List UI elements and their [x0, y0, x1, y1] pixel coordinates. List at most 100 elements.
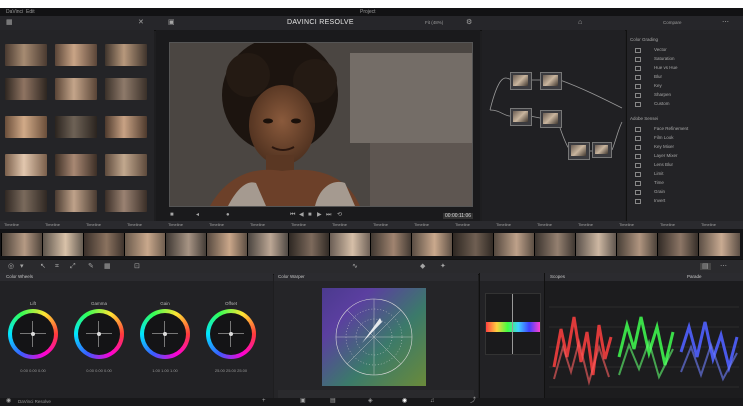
effect-item[interactable]: Custom	[627, 99, 739, 108]
page-fairlight-icon[interactable]: ♫	[430, 398, 435, 405]
pointer-icon[interactable]: ↖	[40, 263, 46, 270]
timeline-clip[interactable]	[1, 233, 43, 256]
node-05[interactable]	[568, 142, 590, 160]
skip-back-icon[interactable]: ⏮	[290, 212, 295, 219]
effect-item[interactable]: Key	[627, 81, 739, 90]
viewer-loop-icon[interactable]: ◂	[196, 212, 199, 219]
crop-icon[interactable]: ⌗	[55, 263, 59, 270]
effect-item[interactable]: Film Look	[627, 133, 739, 142]
dropdown-icon[interactable]: ▾	[20, 263, 24, 270]
grid-icon[interactable]: ▦	[104, 263, 111, 270]
media-pool-thumb[interactable]	[55, 190, 97, 212]
media-pool-thumb[interactable]	[55, 78, 97, 100]
timeline-clip[interactable]	[657, 233, 699, 256]
view-toggle-icon[interactable]: ▤	[700, 263, 711, 270]
effect-item[interactable]: Face Refinement	[627, 124, 739, 133]
page-media-icon[interactable]: ▣	[300, 398, 306, 405]
timeline-clip[interactable]	[452, 233, 494, 256]
effect-item[interactable]: Blur	[627, 72, 739, 81]
timeline-clip[interactable]	[83, 233, 125, 256]
timeline-clip[interactable]	[493, 233, 535, 256]
qualifier-icon[interactable]: ✦	[440, 263, 446, 270]
stop-icon[interactable]: ■	[308, 212, 312, 219]
timeline-clip[interactable]	[288, 233, 330, 256]
media-pool-icon[interactable]: ▦	[6, 19, 13, 26]
lock-icon[interactable]: ⊡	[134, 263, 140, 270]
page-edit-icon[interactable]: ▤	[330, 398, 336, 405]
media-pool-thumb[interactable]	[105, 190, 147, 212]
timeline-clip[interactable]	[42, 233, 84, 256]
effect-item[interactable]: Vector	[627, 45, 739, 54]
effect-item[interactable]: Sharpen	[627, 90, 739, 99]
pen-icon[interactable]: ✎	[88, 263, 94, 270]
lock-icon[interactable]: ⌂	[578, 19, 582, 26]
menu-item-file[interactable]: Edit	[26, 9, 35, 15]
media-pool-thumb[interactable]	[105, 44, 147, 66]
effect-item[interactable]: Key Mixer	[627, 142, 739, 151]
media-pool-thumb[interactable]	[5, 154, 47, 176]
media-pool-thumb[interactable]	[5, 190, 47, 212]
node-03[interactable]	[510, 108, 532, 126]
node-01[interactable]	[510, 72, 532, 90]
skip-forward-icon[interactable]: ⏭	[326, 212, 331, 219]
timeline-clip[interactable]	[247, 233, 289, 256]
color-wheel[interactable]	[140, 309, 190, 359]
effect-item[interactable]: Layer Mixer	[627, 151, 739, 160]
wheel-handle[interactable]	[97, 332, 101, 336]
settings-icon[interactable]: ⚙	[466, 19, 472, 26]
loop-icon[interactable]: ⟲	[337, 212, 342, 219]
node-06[interactable]	[592, 142, 612, 158]
close-icon[interactable]: ✕	[138, 19, 144, 26]
page-deliver-icon[interactable]: ⤴	[470, 398, 476, 405]
color-warper-field[interactable]	[322, 288, 426, 386]
page-color-icon[interactable]: ◉	[402, 398, 407, 405]
wheel-handle[interactable]	[31, 332, 35, 336]
timeline-clip[interactable]	[206, 233, 248, 256]
timeline-clip[interactable]	[411, 233, 453, 256]
menu-item-davinci[interactable]: DaVinci	[6, 9, 23, 15]
timeline-clip-strip[interactable]	[0, 229, 743, 259]
media-pool-thumb[interactable]	[55, 116, 97, 138]
timeline-clip[interactable]	[165, 233, 207, 256]
transform-icon[interactable]: ⤢	[70, 263, 76, 270]
media-pool-thumb[interactable]	[105, 154, 147, 176]
node-02[interactable]	[540, 72, 562, 90]
media-pool-thumb[interactable]	[105, 116, 147, 138]
mixer-graph[interactable]	[485, 293, 541, 355]
media-pool-thumb[interactable]	[5, 44, 47, 66]
curves-icon[interactable]: ∿	[352, 263, 358, 270]
wheel-values[interactable]: 0.00 0.00 0.00	[69, 368, 129, 373]
timeline-clip[interactable]	[370, 233, 412, 256]
effect-item[interactable]: Saturation	[627, 54, 739, 63]
effect-item[interactable]: Limit	[627, 169, 739, 178]
wheel-values[interactable]: 1.00 1.00 1.00	[135, 368, 195, 373]
media-pool-thumb[interactable]	[5, 116, 47, 138]
play-icon[interactable]: ▶	[317, 212, 322, 219]
viewer-icon[interactable]: ▣	[168, 19, 175, 26]
play-reverse-icon[interactable]: ◀	[299, 212, 304, 219]
media-pool-thumb[interactable]	[5, 78, 47, 100]
playhead-icon[interactable]: ●	[226, 212, 230, 219]
color-wheel[interactable]	[206, 309, 256, 359]
timeline-clip[interactable]	[329, 233, 371, 256]
effect-item[interactable]: Grain	[627, 187, 739, 196]
menu-more-icon[interactable]: ⋯	[720, 263, 727, 270]
wheel-values[interactable]: 0.00 0.00 0.00	[3, 368, 63, 373]
effect-item[interactable]: Time	[627, 178, 739, 187]
timeline-clip[interactable]	[575, 233, 617, 256]
wheel-handle[interactable]	[163, 332, 167, 336]
effect-item[interactable]: Invert	[627, 196, 739, 205]
wheel-handle[interactable]	[229, 332, 233, 336]
add-icon[interactable]: +	[262, 398, 266, 405]
viewer-menu-icon[interactable]: ■	[170, 212, 174, 219]
color-wheel[interactable]	[74, 309, 124, 359]
viewer-zoom[interactable]: Fit (48%)	[425, 20, 443, 25]
keyframe-icon[interactable]: ◆	[420, 263, 425, 270]
more-icon[interactable]: ⋯	[722, 19, 729, 26]
timeline-clip[interactable]	[124, 233, 166, 256]
scope-mode[interactable]: Parade	[687, 274, 702, 279]
timeline-clip[interactable]	[616, 233, 658, 256]
effect-item[interactable]: Lens Blur	[627, 160, 739, 169]
color-wheel[interactable]	[8, 309, 58, 359]
media-pool-thumb[interactable]	[55, 44, 97, 66]
